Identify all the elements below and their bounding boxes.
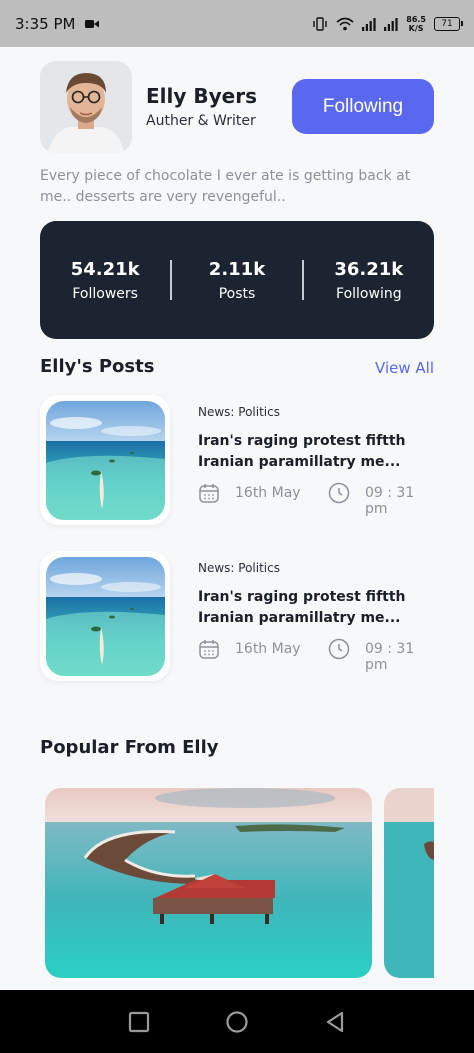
post-thumbnail[interactable]: [40, 551, 170, 681]
stat-label: Followers: [72, 285, 138, 302]
calendar-icon: [198, 638, 220, 660]
posts-section-title: Elly's Posts: [40, 356, 155, 377]
recent-apps-button[interactable]: [125, 1008, 153, 1036]
post-title[interactable]: Iran's raging protest fiftth Iranian par…: [198, 431, 434, 473]
battery-icon: 71: [434, 16, 463, 31]
post-date: 16th May: [235, 641, 301, 657]
stat-value: 36.21k: [334, 258, 404, 280]
system-nav-bar: [0, 990, 474, 1053]
stat-label: Following: [336, 285, 402, 302]
stat-value: 2.11k: [208, 258, 266, 280]
back-button[interactable]: [321, 1008, 349, 1036]
view-all-link[interactable]: View All: [375, 359, 434, 377]
profile-role: Auther & Writer: [146, 113, 256, 129]
popular-image: [45, 788, 372, 978]
post-title[interactable]: Iran's raging protest fiftth Iranian par…: [198, 587, 434, 629]
clock-icon: [328, 482, 350, 504]
post-meta: 16th May 09 : 31 pm: [198, 638, 434, 673]
popular-image: [384, 788, 434, 978]
calendar-icon: [198, 482, 220, 504]
post-image: [45, 400, 165, 520]
popular-section-title: Popular From Elly: [40, 737, 219, 758]
post-item[interactable]: News: Politics Iran's raging protest fif…: [40, 395, 434, 525]
post-image: [45, 556, 165, 676]
post-thumbnail[interactable]: [40, 395, 170, 525]
post-category: News: Politics: [198, 405, 280, 419]
status-time: 3:35 PM: [15, 14, 76, 33]
wifi-icon: [336, 17, 354, 31]
profile-name: Elly Byers: [146, 84, 257, 108]
vibrate-icon: [312, 16, 328, 31]
video-record-icon: [85, 19, 100, 29]
stat-posts[interactable]: 2.11k Posts: [172, 259, 302, 302]
clock-icon: [328, 638, 350, 660]
post-time: 09 : 31 pm: [365, 485, 415, 517]
post-meta: 16th May 09 : 31 pm: [198, 482, 434, 517]
battery-level: 71: [441, 18, 453, 29]
net-speed: 86.5 K/S: [406, 15, 426, 33]
post-date: 16th May: [235, 485, 301, 501]
post-item[interactable]: News: Politics Iran's raging protest fif…: [40, 551, 434, 681]
following-button[interactable]: Following: [292, 79, 434, 134]
signal-icon: [362, 17, 376, 31]
stat-label: Posts: [218, 285, 256, 302]
stats-card: 54.21k Followers 2.11k Posts 36.21k Foll…: [40, 221, 434, 339]
profile-bio: Every piece of chocolate I ever ate is g…: [40, 168, 411, 205]
stat-value: 54.21k: [70, 258, 140, 280]
home-button[interactable]: [223, 1008, 251, 1036]
avatar[interactable]: [40, 61, 132, 153]
signal-icon: [384, 17, 398, 31]
popular-card[interactable]: [384, 788, 434, 978]
net-speed-unit: K/S: [408, 23, 424, 33]
stat-followers[interactable]: 54.21k Followers: [40, 259, 170, 302]
popular-card[interactable]: [45, 788, 372, 978]
post-time: 09 : 31 pm: [365, 641, 415, 673]
stat-following[interactable]: 36.21k Following: [304, 259, 434, 302]
net-speed-value: 86.5: [406, 14, 426, 24]
status-bar: 3:35 PM 86.5 K/S 71: [0, 0, 474, 47]
post-category: News: Politics: [198, 561, 280, 575]
